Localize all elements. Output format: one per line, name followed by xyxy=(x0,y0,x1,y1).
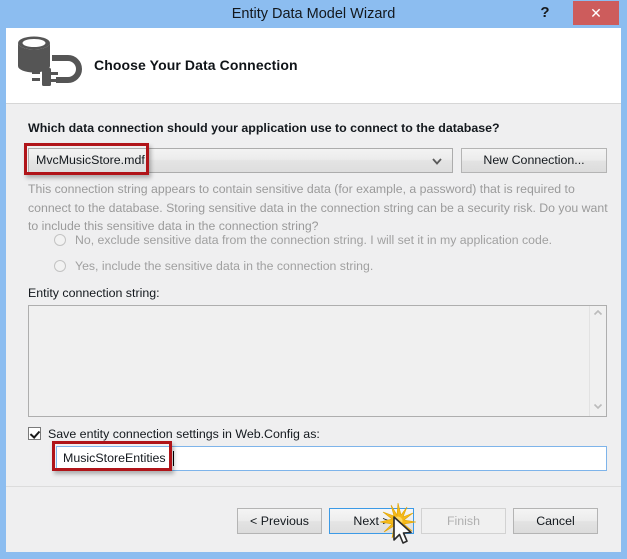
entity-connection-string-label: Entity connection string: xyxy=(28,286,160,300)
radio-include-sensitive-data[interactable]: Yes, include the sensitive data in the c… xyxy=(54,259,373,277)
sensitive-data-description: This connection string appears to contai… xyxy=(28,182,608,233)
wizard-footer: < Previous Next > Finish Cancel xyxy=(6,486,621,552)
radio-exclude-sensitive-data[interactable]: No, exclude sensitive data from the conn… xyxy=(54,233,552,251)
database-connection-icon xyxy=(12,30,84,100)
help-icon[interactable]: ? xyxy=(534,2,556,24)
save-settings-row[interactable]: Save entity connection settings in Web.C… xyxy=(28,427,320,441)
scroll-down-icon[interactable] xyxy=(590,399,606,416)
scroll-up-icon[interactable] xyxy=(590,306,606,323)
radio-include-label: Yes, include the sensitive data in the c… xyxy=(75,259,374,273)
entities-name-value: MusicStoreEntities xyxy=(63,451,166,465)
wizard-body: Which data connection should your applic… xyxy=(6,104,621,486)
radio-circle-icon xyxy=(54,234,66,246)
page-title: Choose Your Data Connection xyxy=(94,57,298,73)
data-connection-select[interactable]: MvcMusicStore.mdf xyxy=(28,148,453,173)
new-connection-button[interactable]: New Connection... xyxy=(461,148,607,173)
radio-circle-icon xyxy=(54,260,66,272)
save-settings-label: Save entity connection settings in Web.C… xyxy=(48,427,320,441)
entities-name-input[interactable]: MusicStoreEntities xyxy=(56,446,607,471)
window-title: Entity Data Model Wizard xyxy=(231,6,396,22)
cancel-button[interactable]: Cancel xyxy=(513,508,598,534)
entity-connection-string-textarea[interactable] xyxy=(28,305,607,417)
title-bar: Entity Data Model Wizard ? ✕ xyxy=(0,0,627,28)
chevron-down-icon xyxy=(430,154,444,168)
finish-button: Finish xyxy=(421,508,506,534)
previous-button[interactable]: < Previous xyxy=(237,508,322,534)
entity-connection-string-scrollbar[interactable] xyxy=(589,306,606,416)
close-icon[interactable]: ✕ xyxy=(573,1,619,25)
entity-data-model-wizard-window: Entity Data Model Wizard ? ✕ Choose Your… xyxy=(0,0,627,559)
next-button[interactable]: Next > xyxy=(329,508,414,534)
wizard-header: Choose Your Data Connection xyxy=(6,28,621,104)
data-connection-select-value: MvcMusicStore.mdf xyxy=(36,153,145,167)
save-settings-checkbox[interactable] xyxy=(28,427,41,440)
data-connection-question-label: Which data connection should your applic… xyxy=(28,121,500,135)
text-caret xyxy=(173,451,174,466)
radio-exclude-label: No, exclude sensitive data from the conn… xyxy=(75,233,553,247)
